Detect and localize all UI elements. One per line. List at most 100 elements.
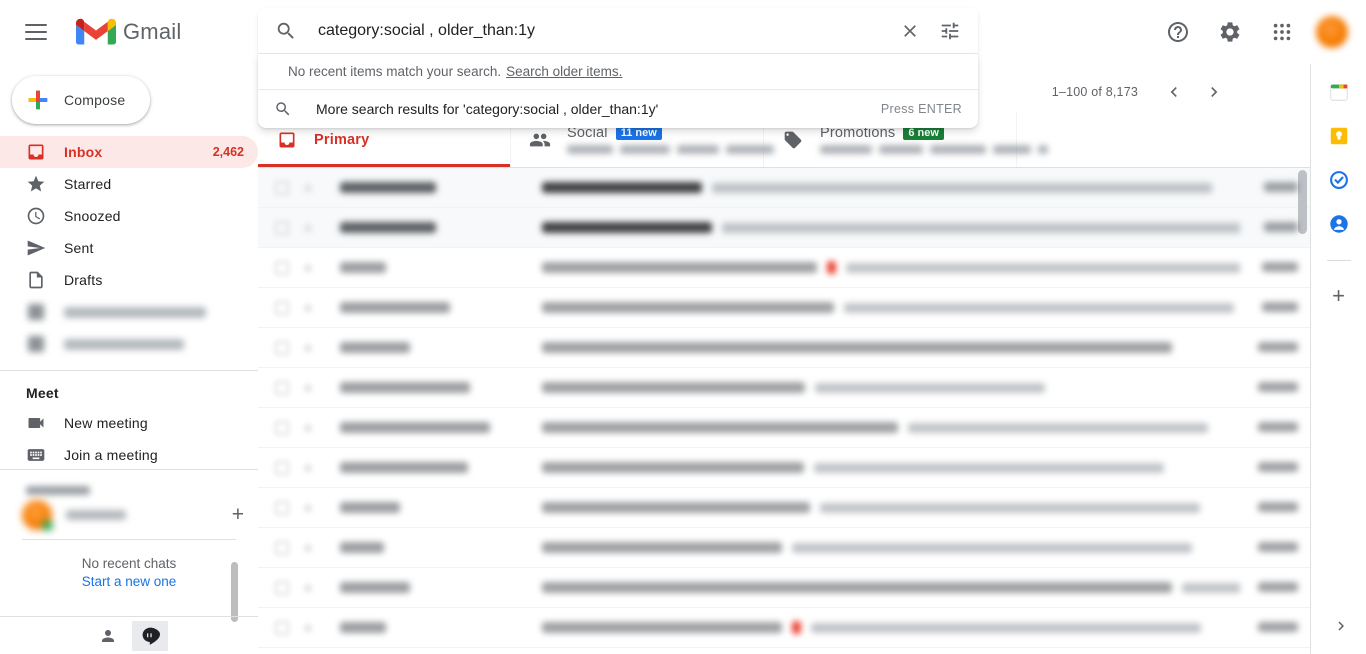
- plus-icon[interactable]: +: [1332, 285, 1345, 307]
- calendar-icon[interactable]: [1327, 80, 1351, 104]
- sidebar-item-new-meeting[interactable]: New meeting: [0, 407, 258, 439]
- row-checkbox[interactable]: [272, 338, 292, 358]
- star-icon[interactable]: ★: [298, 379, 318, 397]
- hamburger-menu-icon[interactable]: [12, 8, 60, 56]
- sidebar-item-label-redacted-2[interactable]: [0, 328, 258, 360]
- sidebar-item-join-meeting[interactable]: Join a meeting: [0, 439, 258, 471]
- star-icon[interactable]: ★: [298, 459, 318, 477]
- sidebar-item-label: Drafts: [64, 272, 103, 288]
- start-a-new-one-link[interactable]: Start a new one: [0, 574, 258, 589]
- email-list-scrollbar[interactable]: [1298, 170, 1307, 234]
- row-sender-redacted: [340, 222, 520, 233]
- sidebar-item-label-redacted-1[interactable]: [0, 296, 258, 328]
- gmail-logo[interactable]: Gmail: [76, 17, 181, 47]
- chevron-right-icon[interactable]: [1332, 617, 1350, 640]
- pagination-controls: 1–100 of 8,173: [1052, 74, 1232, 110]
- sidebar-item-label: Sent: [64, 240, 94, 256]
- hangouts-icon[interactable]: [132, 620, 168, 651]
- more-search-results-row[interactable]: More search results for 'category:social…: [258, 90, 978, 128]
- chevron-left-icon[interactable]: [1156, 74, 1192, 110]
- search-box[interactable]: [258, 8, 978, 54]
- row-checkbox[interactable]: [272, 218, 292, 238]
- star-icon[interactable]: ★: [298, 179, 318, 197]
- email-list: ★ ★ ★ ★ ★ ★ ★ ★ ★ ★ ★ ★: [258, 168, 1310, 654]
- table-row[interactable]: ★: [258, 528, 1310, 568]
- star-icon[interactable]: ★: [298, 539, 318, 557]
- help-icon[interactable]: [1154, 8, 1202, 56]
- row-subject-snippet-redacted: [542, 542, 1240, 553]
- inbox-tab-icon: [276, 130, 298, 150]
- row-subject-snippet-redacted: [542, 462, 1240, 473]
- sidebar-item-sent[interactable]: Sent: [0, 232, 258, 264]
- search-options-icon[interactable]: [930, 11, 970, 51]
- table-row[interactable]: ★: [258, 248, 1310, 288]
- row-checkbox[interactable]: [272, 618, 292, 638]
- row-sender-redacted: [340, 422, 520, 433]
- plus-icon: [28, 90, 48, 110]
- table-row[interactable]: ★: [258, 568, 1310, 608]
- row-sender-redacted: [340, 382, 520, 393]
- hangouts-current-user[interactable]: +: [0, 495, 258, 535]
- star-icon[interactable]: ★: [298, 339, 318, 357]
- account-avatar[interactable]: [1316, 16, 1348, 48]
- header-actions: [1154, 8, 1356, 56]
- row-checkbox[interactable]: [272, 378, 292, 398]
- row-subject-snippet-redacted: [542, 382, 1240, 393]
- row-sender-redacted: [340, 622, 520, 633]
- star-icon[interactable]: ★: [298, 219, 318, 237]
- row-timestamp-redacted: [1240, 419, 1298, 437]
- table-row[interactable]: ★: [258, 328, 1310, 368]
- tab-preview-redacted: [567, 144, 774, 155]
- contacts-icon[interactable]: [1327, 212, 1351, 236]
- row-checkbox[interactable]: [272, 578, 292, 598]
- row-sender-redacted: [340, 262, 520, 273]
- table-row[interactable]: ★: [258, 288, 1310, 328]
- star-icon[interactable]: ★: [298, 579, 318, 597]
- tasks-icon[interactable]: [1327, 168, 1351, 192]
- table-row[interactable]: ★: [258, 368, 1310, 408]
- person-icon[interactable]: [90, 621, 126, 651]
- search-input[interactable]: [298, 21, 890, 40]
- row-timestamp-redacted: [1240, 539, 1298, 557]
- row-checkbox[interactable]: [272, 458, 292, 478]
- star-icon[interactable]: ★: [298, 619, 318, 637]
- sidebar-item-starred[interactable]: Starred: [0, 168, 258, 200]
- clear-search-button[interactable]: [890, 11, 930, 51]
- table-row[interactable]: ★: [258, 408, 1310, 448]
- row-checkbox[interactable]: [272, 498, 292, 518]
- inbox-icon: [26, 142, 46, 162]
- keep-icon[interactable]: [1327, 124, 1351, 148]
- plus-icon[interactable]: +: [232, 503, 244, 527]
- hangouts-scrollbar[interactable]: [231, 562, 238, 622]
- apps-grid-icon[interactable]: [1258, 8, 1306, 56]
- gmail-app: Gmail No recent items match your search.…: [0, 0, 1366, 654]
- compose-button[interactable]: Compose: [12, 76, 150, 124]
- table-row[interactable]: ★: [258, 448, 1310, 488]
- row-checkbox[interactable]: [272, 418, 292, 438]
- label-icon: [26, 334, 46, 354]
- star-icon[interactable]: ★: [298, 299, 318, 317]
- sidebar-item-snoozed[interactable]: Snoozed: [0, 200, 258, 232]
- press-enter-hint: Press ENTER: [880, 102, 962, 116]
- table-row[interactable]: ★: [258, 168, 1310, 208]
- star-icon[interactable]: ★: [298, 419, 318, 437]
- search-older-items-link[interactable]: Search older items.: [506, 64, 622, 79]
- star-icon[interactable]: ★: [298, 259, 318, 277]
- chevron-right-icon[interactable]: [1196, 74, 1232, 110]
- sidebar-item-drafts[interactable]: Drafts: [0, 264, 258, 296]
- star-icon[interactable]: ★: [298, 499, 318, 517]
- tab-label: Primary: [314, 131, 370, 148]
- sidebar-item-label: Starred: [64, 176, 112, 192]
- row-checkbox[interactable]: [272, 258, 292, 278]
- row-timestamp-redacted: [1240, 299, 1298, 317]
- row-subject-snippet-redacted: [542, 621, 1240, 634]
- row-checkbox[interactable]: [272, 298, 292, 318]
- gear-icon[interactable]: [1206, 8, 1254, 56]
- row-checkbox[interactable]: [272, 178, 292, 198]
- row-checkbox[interactable]: [272, 538, 292, 558]
- table-row[interactable]: ★: [258, 608, 1310, 648]
- table-row[interactable]: ★: [258, 208, 1310, 248]
- table-row[interactable]: ★: [258, 488, 1310, 528]
- sidebar-item-inbox[interactable]: Inbox 2,462: [0, 136, 258, 168]
- row-subject-snippet-redacted: [542, 261, 1240, 274]
